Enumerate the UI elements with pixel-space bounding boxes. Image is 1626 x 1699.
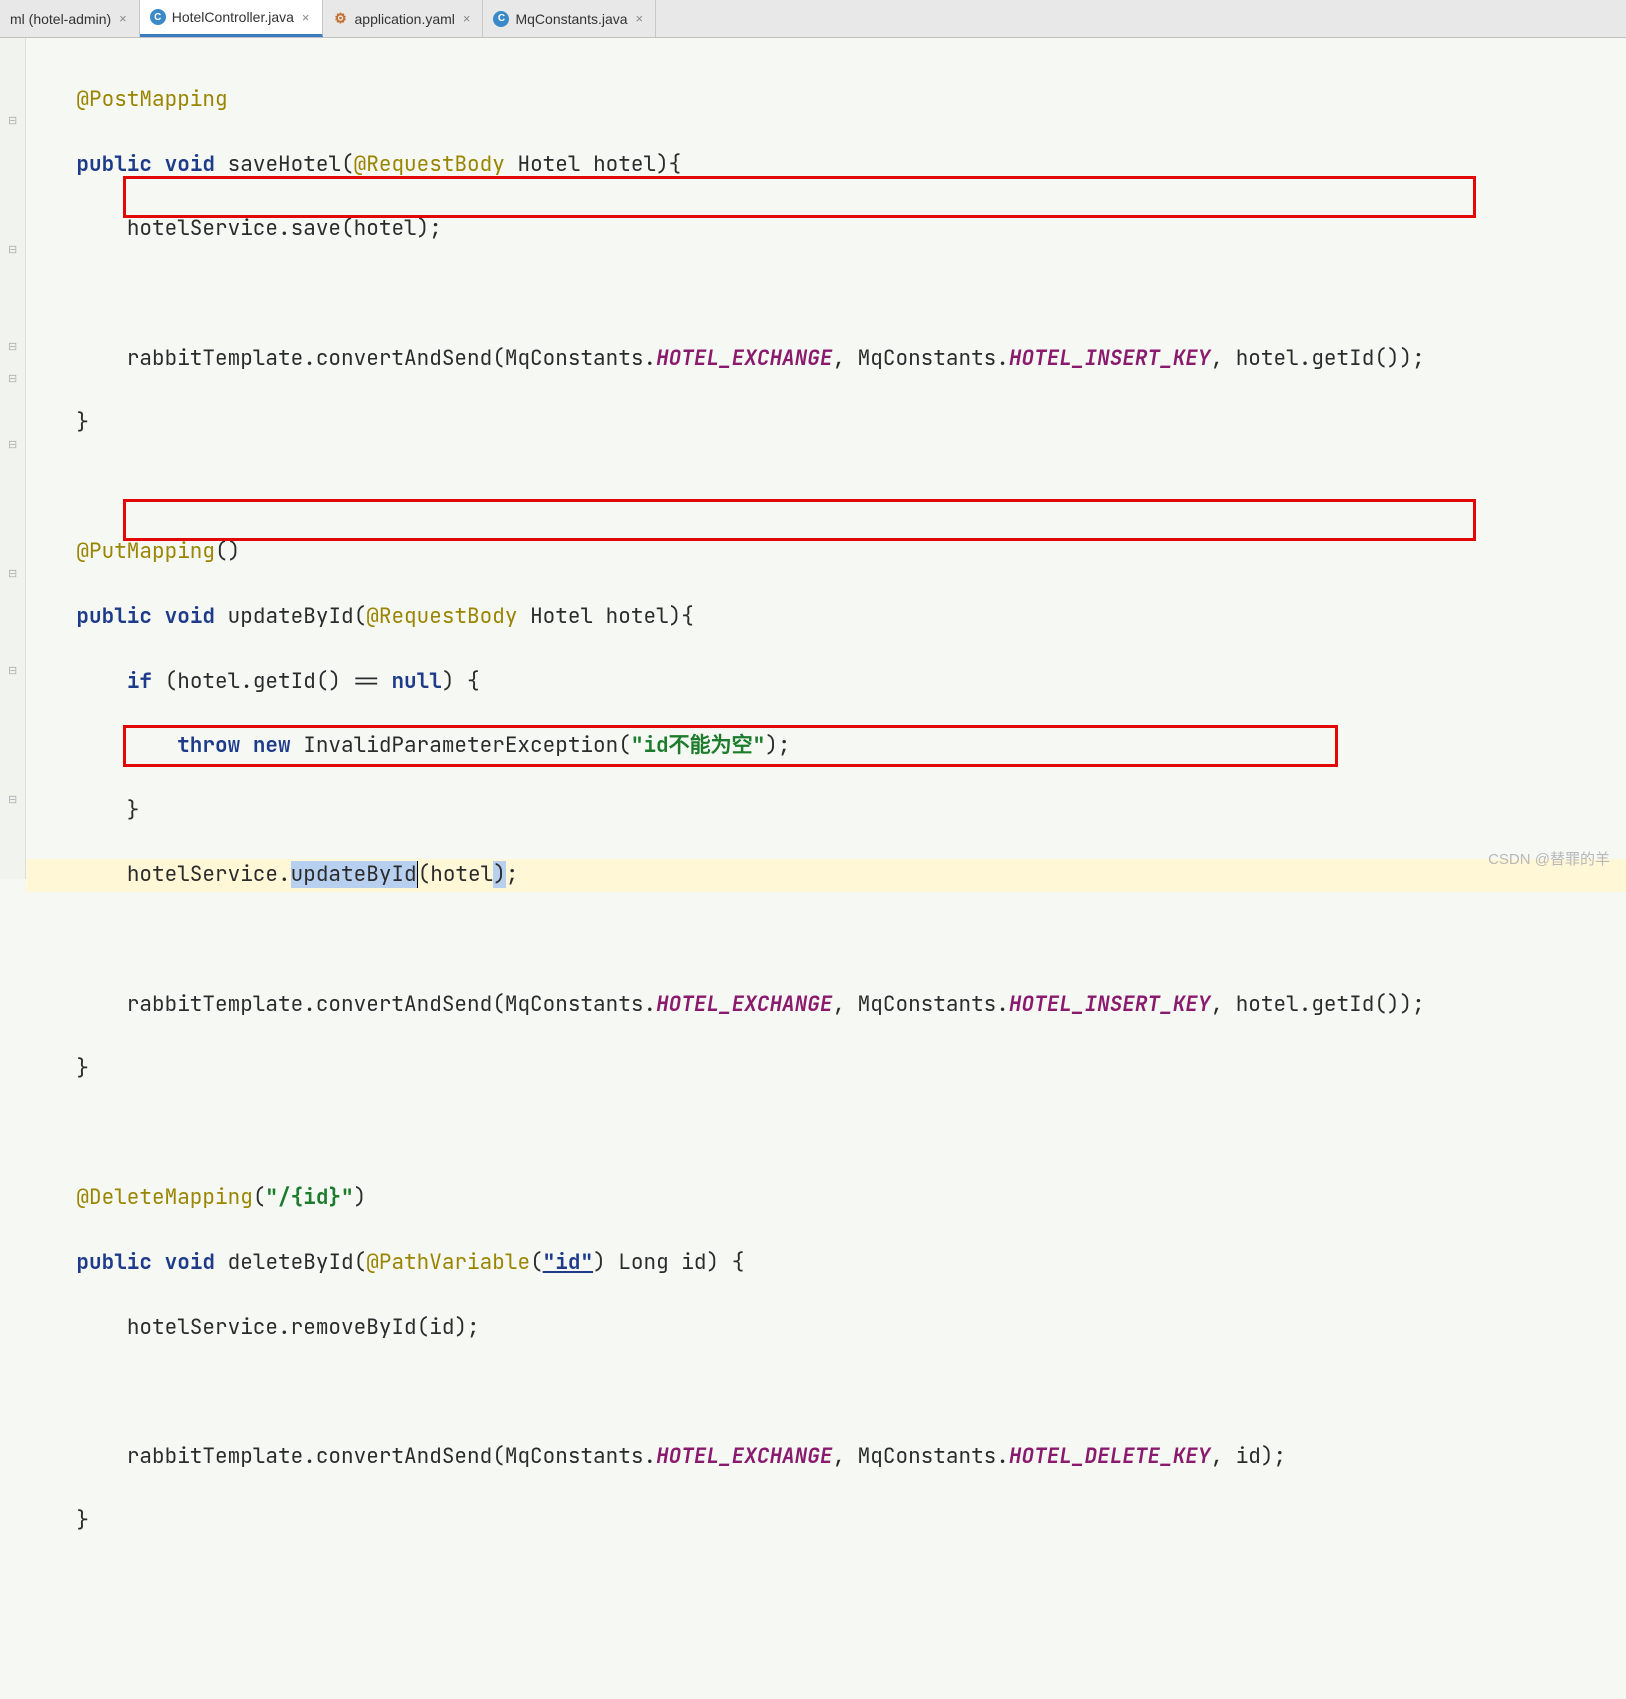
tab-hotelcontroller[interactable]: C HotelController.java ×	[140, 0, 323, 37]
annotation-deletemapping: @DeleteMapping	[76, 1184, 252, 1211]
tab-label: MqConstants.java	[515, 11, 627, 27]
fold-icon[interactable]: ⊟	[8, 438, 18, 448]
close-icon[interactable]: ×	[634, 11, 646, 26]
highlight-box-1	[123, 176, 1476, 218]
fold-icon[interactable]: ⊟	[8, 243, 18, 253]
watermark: CSDN @替罪的羊	[1488, 848, 1610, 869]
editor-tabs: ml (hotel-admin) × C HotelController.jav…	[0, 0, 1626, 38]
close-icon[interactable]: ×	[300, 10, 312, 25]
code-editor[interactable]: @PostMapping public void saveHotel(@Requ…	[26, 38, 1626, 879]
fold-icon[interactable]: ⊟	[8, 372, 18, 382]
close-icon[interactable]: ×	[461, 11, 473, 26]
yaml-file-icon: ⚙	[333, 11, 349, 27]
tab-mqconstants[interactable]: C MqConstants.java ×	[483, 0, 656, 37]
tab-label: application.yaml	[355, 11, 455, 27]
java-class-icon: C	[150, 9, 166, 25]
fold-icon[interactable]: ⊟	[8, 114, 18, 124]
java-class-icon: C	[493, 11, 509, 27]
current-line: hotelService.updateById(hotel);	[26, 859, 1626, 891]
fold-icon[interactable]: ⊟	[8, 664, 18, 674]
tab-label: ml (hotel-admin)	[10, 11, 111, 27]
highlight-box-2	[123, 499, 1476, 541]
fold-icon[interactable]: ⊟	[8, 567, 18, 577]
annotation-postmapping: @PostMapping	[76, 86, 227, 113]
tab-hotel-admin[interactable]: ml (hotel-admin) ×	[0, 0, 140, 37]
tab-label: HotelController.java	[172, 9, 294, 25]
fold-icon[interactable]: ⊟	[8, 340, 18, 350]
annotation-putmapping: @PutMapping	[76, 538, 215, 565]
editor-gutter: ⊟ ⊟ ⊟ ⊟ ⊟ ⊟ ⊟ ⊟	[0, 38, 26, 879]
close-icon[interactable]: ×	[117, 11, 129, 26]
tab-application-yaml[interactable]: ⚙ application.yaml ×	[323, 0, 484, 37]
fold-icon[interactable]: ⊟	[8, 793, 18, 803]
